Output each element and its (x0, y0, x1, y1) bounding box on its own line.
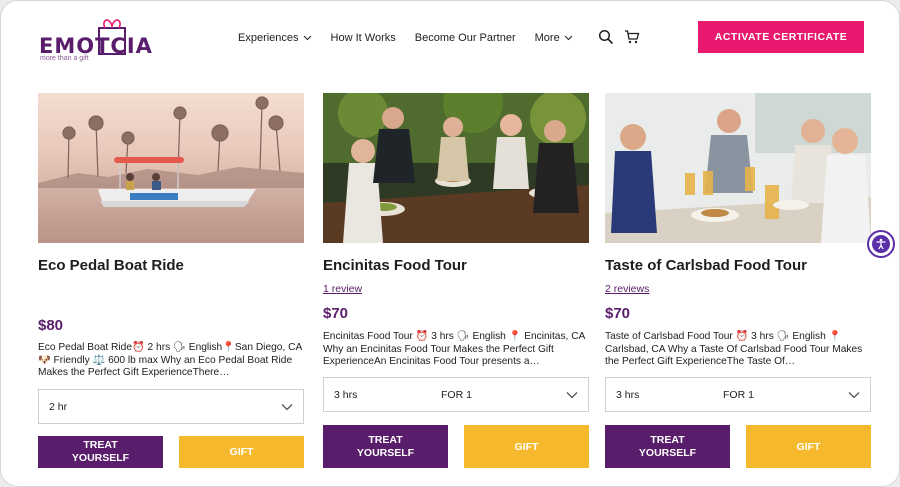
accessibility-button[interactable] (867, 230, 895, 258)
search-icon[interactable] (598, 29, 614, 45)
duration-value: 3 hrs (616, 388, 640, 401)
group-size-value: FOR 1 (441, 388, 472, 401)
group-size-value: FOR 1 (723, 388, 754, 401)
treat-yourself-button[interactable]: TREAT YOURSELF (323, 425, 448, 468)
card-title[interactable]: Eco Pedal Boat Ride (38, 257, 184, 274)
card-price: $80 (38, 317, 64, 334)
duration-select[interactable]: 2 hr (38, 389, 304, 424)
accessibility-icon (872, 235, 890, 253)
chevron-down-icon (566, 392, 578, 399)
main-nav: Experiences How It Works Become Our Part… (238, 31, 592, 45)
card-image[interactable] (38, 93, 304, 243)
duration-value: 2 hr (49, 400, 68, 413)
duration-select[interactable]: 3 hrs FOR 1 (323, 377, 589, 412)
chevron-down-icon (564, 35, 573, 41)
cart-icon[interactable] (624, 29, 640, 45)
nav-more[interactable]: More (535, 32, 573, 44)
reviews-link[interactable]: 1 review (323, 283, 362, 295)
activate-certificate-button[interactable]: ACTIVATE CERTIFICATE (698, 21, 864, 53)
card-price: $70 (605, 305, 631, 322)
duration-select[interactable]: 3 hrs FOR 1 (605, 377, 871, 412)
gift-button[interactable]: GIFT (464, 425, 589, 468)
nav-experiences[interactable]: Experiences (238, 32, 312, 44)
card-description: Eco Pedal Boat Ride⏰ 2 hrs 🗣 English📍San… (38, 342, 302, 378)
card-title[interactable]: Encinitas Food Tour (323, 257, 467, 274)
page-frame: EMOTCIA more than a gift Experiences How… (0, 0, 900, 487)
card-description: Encinitas Food Tour ⏰ 3 hrs 🗣 English 📍 … (323, 331, 585, 367)
card-price: $70 (323, 305, 349, 322)
duration-value: 3 hrs (334, 388, 358, 401)
chevron-down-icon (281, 404, 293, 411)
treat-yourself-button[interactable]: TREAT YOURSELF (38, 436, 163, 468)
nav-become-partner[interactable]: Become Our Partner (415, 32, 516, 44)
gift-button[interactable]: GIFT (179, 436, 304, 468)
carlsbad-food-photo (605, 93, 871, 243)
chevron-down-icon (848, 392, 860, 399)
nav-how-it-works[interactable]: How It Works (331, 32, 396, 44)
treat-yourself-button[interactable]: TREAT YOURSELF (605, 425, 730, 468)
card-image[interactable] (323, 93, 589, 243)
card-title[interactable]: Taste of Carlsbad Food Tour (605, 257, 807, 274)
logo[interactable]: EMOTCIA more than a gift (39, 13, 152, 65)
chevron-down-icon (303, 35, 311, 41)
card-image[interactable] (605, 93, 871, 243)
reviews-link[interactable]: 2 reviews (605, 283, 649, 295)
food-tour-photo (323, 93, 589, 243)
boat-photo (38, 93, 304, 243)
gift-button[interactable]: GIFT (746, 425, 871, 468)
card-description: Taste of Carlsbad Food Tour ⏰ 3 hrs 🗣 En… (605, 331, 863, 367)
logo-tagline: more than a gift (40, 55, 89, 62)
